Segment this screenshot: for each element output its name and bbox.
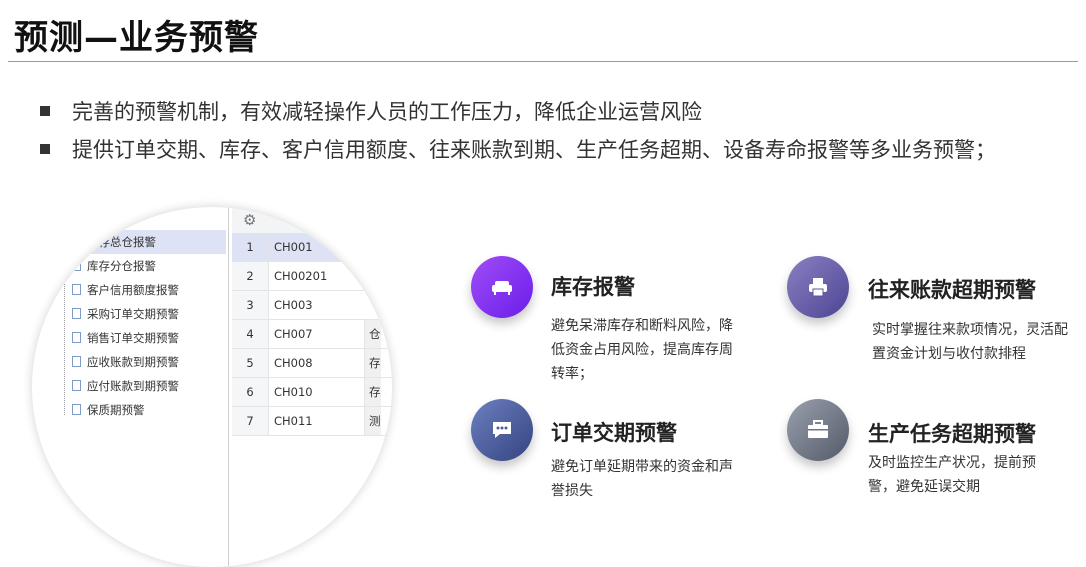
feature-title: 生产任务超期预警	[868, 422, 1036, 446]
feature-description: 实时掌握往来款项情况，灵活配置资金计划与收付款排程	[872, 322, 1068, 362]
tree-item-label: 应收账款到期预警	[87, 355, 179, 369]
tree-item-label: 采购订单交期预警	[87, 307, 179, 321]
row-code: CH011	[274, 414, 313, 428]
page-title: 预测—业务预警	[14, 18, 259, 58]
row-name-cell: 存	[364, 378, 381, 406]
tree-item-label: 销售订单交期预警	[87, 331, 179, 345]
warehouse-grid: ⚙ 1 CH001 2 CH00201 3 CH003 4 CH007 仓 5 …	[232, 207, 392, 567]
alert-tree: 库存总仓报警 库存分仓报警 客户信用额度报警 采购订单交期预警 销售订单交期预警…	[32, 207, 226, 567]
bullet-item: 提供订单交期、库存、客户信用额度、往来账款到期、生产任务超期、设备寿命报警等多业…	[40, 130, 996, 168]
tree-item-label: 客户信用额度报警	[87, 283, 179, 297]
row-number: 5	[232, 349, 269, 377]
sofa-icon	[471, 256, 533, 318]
chat-icon	[471, 399, 533, 461]
document-icon	[72, 260, 81, 271]
row-name-cell: 存	[364, 349, 381, 377]
feature-description: 及时监控生产状况，提前预警，避免延误交期	[868, 455, 1036, 495]
briefcase-icon	[787, 399, 849, 461]
bullet-text: 完善的预警机制，有效减轻操作人员的工作压力，降低企业运营风险	[72, 100, 702, 124]
feature-title: 库存报警	[551, 275, 635, 299]
row-number: 1	[232, 233, 269, 261]
row-number: 6	[232, 378, 269, 406]
document-icon	[72, 332, 81, 343]
table-row[interactable]: 7 CH011 测	[232, 407, 392, 436]
row-number: 3	[232, 291, 269, 319]
pane-divider[interactable]	[228, 207, 229, 567]
printer-icon	[787, 256, 849, 318]
row-code: CH003	[274, 298, 313, 312]
tree-item[interactable]: 保质期预警	[32, 398, 226, 422]
row-name-cell: 仓	[364, 320, 381, 348]
feature-title: 往来账款超期预警	[868, 278, 1036, 302]
feature-title: 订单交期预警	[551, 421, 677, 445]
grid-header: ⚙	[232, 207, 392, 234]
row-name-cell: 测	[364, 407, 381, 435]
tree-item[interactable]: 应收账款到期预警	[32, 350, 226, 374]
tree-item[interactable]: 库存总仓报警	[32, 230, 226, 254]
app-screenshot-circle: 库存总仓报警 库存分仓报警 客户信用额度报警 采购订单交期预警 销售订单交期预警…	[32, 207, 392, 567]
bullet-item: 完善的预警机制，有效减轻操作人员的工作压力，降低企业运营风险	[40, 92, 996, 130]
row-code: CH007	[274, 327, 313, 341]
tree-item[interactable]: 应付账款到期预警	[32, 374, 226, 398]
document-icon	[72, 308, 81, 319]
tree-item[interactable]: 库存分仓报警	[32, 254, 226, 278]
tree-item-label: 库存总仓报警	[87, 235, 156, 249]
table-row[interactable]: 4 CH007 仓	[232, 320, 392, 349]
document-icon	[72, 404, 81, 415]
table-row[interactable]: 5 CH008 存	[232, 349, 392, 378]
row-code: CH008	[274, 356, 313, 370]
bullet-square-icon	[40, 106, 50, 116]
document-icon	[72, 284, 81, 295]
row-number: 7	[232, 407, 269, 435]
bullet-square-icon	[40, 144, 50, 154]
tree-item[interactable]: 客户信用额度报警	[32, 278, 226, 302]
table-row[interactable]: 2 CH00201	[232, 262, 392, 291]
title-divider	[8, 61, 1078, 62]
row-code: CH010	[274, 385, 313, 399]
document-icon	[72, 380, 81, 391]
tree-item-label: 库存分仓报警	[87, 259, 156, 273]
gear-icon[interactable]: ⚙	[243, 211, 256, 229]
tree-item-label: 保质期预警	[87, 403, 145, 417]
table-row[interactable]: 3 CH003	[232, 291, 392, 320]
document-icon	[72, 356, 81, 367]
tree-item[interactable]: 销售订单交期预警	[32, 326, 226, 350]
table-row[interactable]: 1 CH001	[232, 233, 392, 262]
bullet-list: 完善的预警机制，有效减轻操作人员的工作压力，降低企业运营风险 提供订单交期、库存…	[40, 92, 996, 168]
row-code: CH00201	[274, 269, 328, 283]
table-row[interactable]: 6 CH010 存	[232, 378, 392, 407]
feature-description: 避免订单延期带来的资金和声誉损失	[551, 459, 733, 499]
row-number: 4	[232, 320, 269, 348]
row-code: CH001	[274, 240, 313, 254]
document-icon	[72, 236, 81, 247]
tree-item[interactable]: 采购订单交期预警	[32, 302, 226, 326]
row-number: 2	[232, 262, 269, 290]
feature-description: 避免呆滞库存和断料风险，降低资金占用风险，提高库存周转率；	[551, 318, 733, 382]
tree-item-label: 应付账款到期预警	[87, 379, 179, 393]
bullet-text: 提供订单交期、库存、客户信用额度、往来账款到期、生产任务超期、设备寿命报警等多业…	[72, 138, 996, 162]
